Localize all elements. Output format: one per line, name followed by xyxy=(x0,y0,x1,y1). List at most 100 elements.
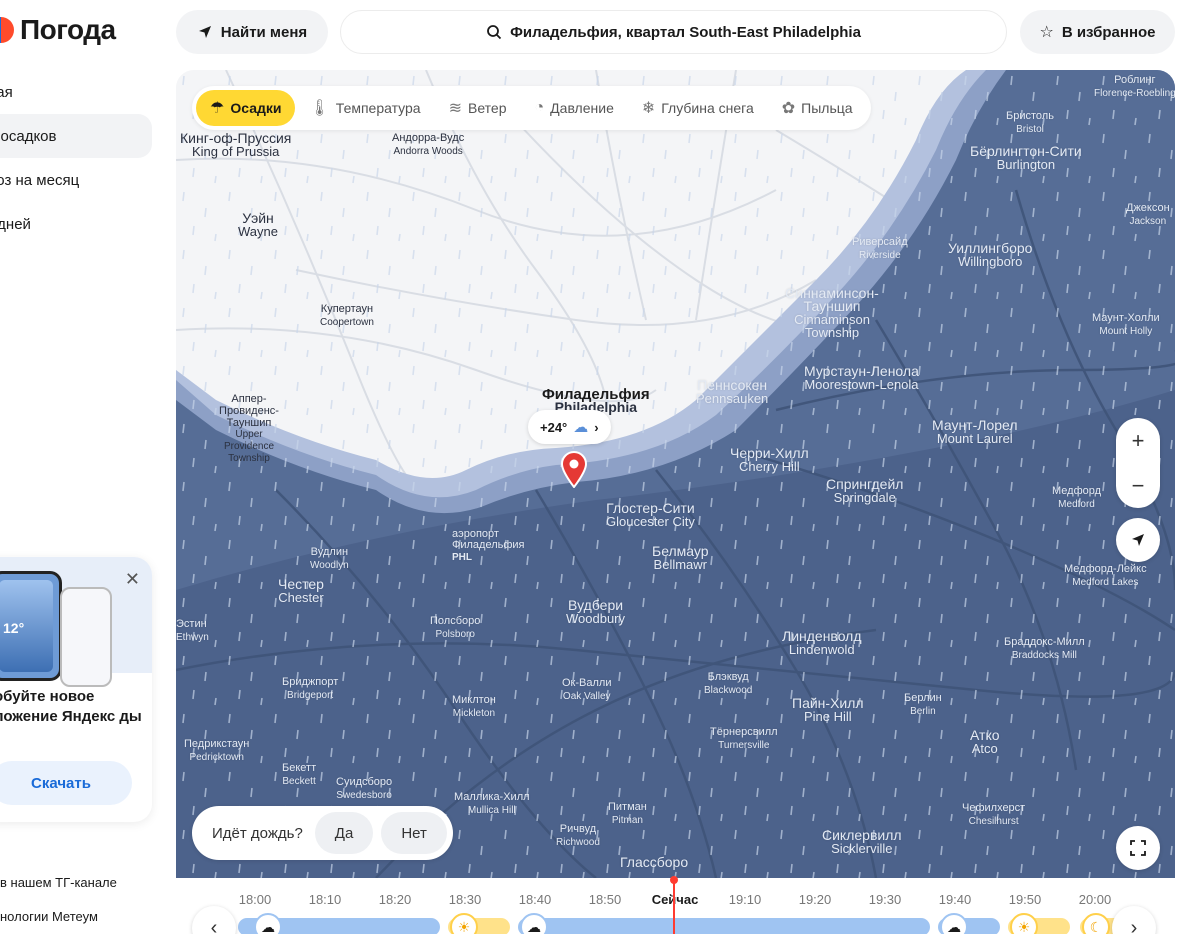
place-label: Ок-Валли Oak Valley xyxy=(562,677,612,702)
close-icon[interactable]: ✕ xyxy=(125,569,140,590)
timeline-tick[interactable]: 18:10 xyxy=(309,892,342,907)
star-icon: ☆ xyxy=(1039,24,1054,41)
favorite-label: В избранное xyxy=(1061,23,1156,41)
sidebar-item-label: ная xyxy=(0,83,13,101)
place-label: Честер Chester xyxy=(278,576,324,605)
yes-button[interactable]: Да xyxy=(314,812,374,854)
timeline-tick[interactable]: 18:50 xyxy=(589,892,622,907)
tab-pressure[interactable]: ◔ Давление xyxy=(521,90,628,126)
place-label: Эстин Ethwyn xyxy=(176,618,209,643)
timeline-prev-button[interactable]: ‹ xyxy=(192,906,236,934)
map-layer-tabs: ☂ Осадки 🌡 Температура ≋ Ветер ◔ Давлени… xyxy=(192,86,871,130)
place-label: Тёрнерсвилл Turnersville xyxy=(710,726,778,751)
phone-mockup: 12° xyxy=(0,571,62,681)
tab-label: Осадки xyxy=(230,100,282,116)
timeline[interactable]: 18:00 18:10 18:20 18:30 18:40 18:50 Сейч… xyxy=(176,876,1175,934)
no-button[interactable]: Нет xyxy=(381,812,447,854)
sidebar-nav: ная а осадков ноз на месяц ) дней ✓ xyxy=(0,70,152,290)
sidebar: Погода ная а осадков ноз на месяц ) дней… xyxy=(0,0,165,934)
map-canvas xyxy=(176,70,1175,878)
timeline-tick[interactable]: 19:50 xyxy=(1009,892,1042,907)
precipitation-icon: ☂ xyxy=(210,100,225,117)
logo[interactable]: Погода xyxy=(0,14,116,46)
download-button[interactable]: Скачать xyxy=(0,761,132,805)
place-label: Берлин Berlin xyxy=(904,692,942,717)
zoom-control: + − xyxy=(1116,418,1160,508)
sidebar-item-month-forecast[interactable]: ноз на месяц xyxy=(0,158,152,202)
tab-wind[interactable]: ≋ Ветер xyxy=(435,90,521,126)
search-value: Филадельфия, квартал South-East Philadel… xyxy=(510,23,861,41)
precipitation-map[interactable]: Кинг-оф-Пруссия King of Prussia Андорра-В… xyxy=(176,70,1175,878)
timeline-tick[interactable]: 18:20 xyxy=(379,892,412,907)
place-label: Медфорд-Лейкс Medford Lakes xyxy=(1064,563,1147,588)
rain-cloud-icon: ☁ xyxy=(940,913,968,934)
tab-label: Давление xyxy=(550,100,614,116)
place-label: Медфорд Medford xyxy=(1052,485,1102,510)
promo-text: обуйте новое ложение Яндекс ды xyxy=(0,688,142,725)
sidebar-item-10-days[interactable]: ) дней xyxy=(0,202,152,246)
place-label: Линденволд Lindenwold xyxy=(782,628,862,657)
place-label: Вудлин Woodlyn xyxy=(310,546,349,571)
tab-precipitation[interactable]: ☂ Осадки xyxy=(196,90,296,126)
fullscreen-button[interactable] xyxy=(1116,826,1160,870)
zoom-out-button[interactable]: − xyxy=(1132,473,1145,499)
timeline-tick[interactable]: 19:20 xyxy=(799,892,832,907)
telegram-link[interactable]: в нашем ТГ-канале xyxy=(0,875,117,890)
tab-temperature[interactable]: 🌡 Температура xyxy=(295,90,434,126)
timeline-tick[interactable]: 18:30 xyxy=(449,892,482,907)
search-icon xyxy=(487,25,502,40)
place-label: Пеннсокен Pennsauken xyxy=(696,377,769,406)
pressure-icon: ◔ xyxy=(534,99,545,116)
place-label: Спрингдейл Springdale xyxy=(826,476,904,505)
timeline-tick[interactable]: 19:40 xyxy=(939,892,972,907)
place-label: Ричвуд Richwood xyxy=(556,823,600,848)
place-label: Маллика-Хилл Mullica Hill xyxy=(454,791,530,816)
search-input[interactable]: Филадельфия, квартал South-East Philadel… xyxy=(340,10,1007,54)
location-weather-chip[interactable]: +24° ☁ › xyxy=(528,410,611,444)
rain-question: Идёт дождь? xyxy=(212,824,303,842)
sidebar-item-more[interactable]: ✓ xyxy=(0,246,152,290)
app-promo-card: 12° ✕ обуйте новое ложение Яндекс ды Ска… xyxy=(0,557,152,822)
phone-temperature: 12° xyxy=(0,580,53,672)
place-label: Блэквуд Blackwood xyxy=(704,671,753,696)
timeline-tick-now[interactable]: Сейчас xyxy=(652,892,699,907)
tab-snow-depth[interactable]: ❄ Глубина снега xyxy=(628,90,768,126)
thermometer-icon: 🌡 xyxy=(309,100,330,117)
snowflake-icon: ❄ xyxy=(641,100,656,117)
timeline-tick[interactable]: 18:40 xyxy=(519,892,552,907)
place-label: Браддокс-Милл Braddocks Mill xyxy=(1004,636,1085,661)
umbrella-logo-icon xyxy=(0,17,14,43)
place-label: Чефилхерст Chesilhurst xyxy=(962,802,1026,827)
my-location-button[interactable] xyxy=(1116,518,1160,562)
fullscreen-icon xyxy=(1130,840,1146,856)
place-label: Джексон Jackson xyxy=(1126,202,1170,227)
favorite-button[interactable]: ☆ В избранное xyxy=(1020,10,1175,54)
place-label: Синнаминсон-Тауншип Cinnaminson Township xyxy=(785,285,879,340)
rain-cloud-icon: ☁ xyxy=(573,419,589,436)
tab-pollen[interactable]: ✿ Пыльца xyxy=(768,90,867,126)
place-label: Глассборо xyxy=(620,854,689,870)
place-label: Бристоль Bristol xyxy=(1006,110,1054,135)
timeline-tick[interactable]: 18:00 xyxy=(239,892,272,907)
place-label: Полсборо Polsboro xyxy=(430,615,481,640)
timeline-rain-segment xyxy=(518,918,930,934)
sidebar-item-main[interactable]: ная xyxy=(0,70,152,114)
rain-poll: Идёт дождь? Да Нет xyxy=(192,806,453,860)
meteum-link[interactable]: нологии Метеум xyxy=(0,909,98,924)
rain-cloud-icon: ☁ xyxy=(254,913,282,934)
timeline-tick[interactable]: 20:00 xyxy=(1079,892,1112,907)
timeline-now-dot xyxy=(670,876,678,884)
place-label: Пайн-Хилл Pine Hill xyxy=(792,695,864,724)
place-label: Вудбери Woodbury xyxy=(566,597,626,626)
chevron-right-icon: › xyxy=(594,419,599,435)
phone-mockup-secondary xyxy=(60,587,112,687)
sidebar-item-label: а осадков xyxy=(0,127,57,145)
find-me-button[interactable]: Найти меня xyxy=(176,10,328,54)
timeline-next-button[interactable]: › xyxy=(1112,906,1156,934)
tab-label: Температура xyxy=(335,100,421,116)
timeline-tick[interactable]: 19:10 xyxy=(729,892,762,907)
zoom-in-button[interactable]: + xyxy=(1132,428,1145,454)
timeline-tick[interactable]: 19:30 xyxy=(869,892,902,907)
sun-icon: ☀ xyxy=(450,913,478,934)
sidebar-item-precipitation-map[interactable]: а осадков xyxy=(0,114,152,158)
